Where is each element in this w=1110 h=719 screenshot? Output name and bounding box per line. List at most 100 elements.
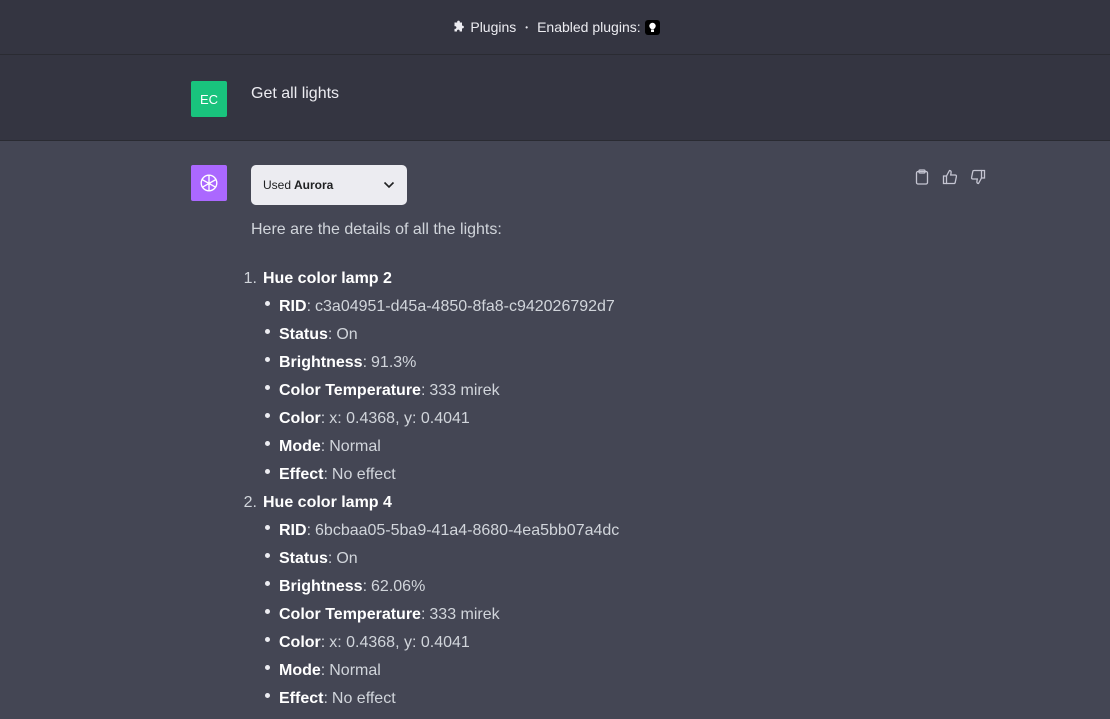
lamp-property: Mode: Normal [265,433,619,461]
thumbs-up-icon[interactable] [941,167,959,187]
lamp-heading: 1. Hue color lamp 2 [231,265,619,293]
lamp-properties: RID:6bcbaa05-5ba9-41a4-8680-4ea5bb07a4dc… [231,517,619,713]
lamp-properties: RID: c3a04951-d45a-4850-8fa8-c942026792d7… [231,293,619,489]
property-separator: : [420,382,426,399]
conversation-header: Plugins • Enabled plugins: [0,0,1110,55]
bullet-icon [265,664,270,670]
property-key: Status [279,326,328,343]
property-separator: : [362,578,368,595]
property-value: Normal [329,662,381,679]
bullet-icon [265,580,270,586]
lamp-property: RID: c3a04951-d45a-4850-8fa8-c942026792d7 [265,293,619,321]
lamp-property: Mode: Normal [265,657,619,685]
plugin-used-toggle[interactable]: Used Aurora [251,165,407,205]
aurora-plugin-icon[interactable] [644,19,660,35]
lamp-heading: 2. Hue color lamp 4 [231,489,619,517]
property-key: Color [279,634,321,651]
lamp-property: Brightness:62.06% [265,573,619,601]
lamp-number: 1. [243,270,257,287]
property-separator: : [327,550,333,567]
property-key: RID [279,298,307,315]
lamp-title: Hue color lamp 4 [263,494,392,511]
property-key: Mode [279,662,321,679]
property-separator: : [327,326,333,343]
chevron-down-icon [383,181,395,189]
bullet-icon [265,356,270,362]
bullet-icon [265,692,270,698]
property-key: Status [279,550,328,567]
openai-logo-icon [200,174,218,192]
assistant-message: Used Aurora Here are the details of all [0,141,1110,719]
bullet-icon [265,552,270,558]
lamp-item: 1. Hue color lamp 2 RID: c3a04951-d45a-4850… [231,265,619,489]
lamp-list: 1. Hue color lamp 2 RID: c3a04951-d45a-4850… [231,265,620,713]
property-key: Color Temperature [279,382,421,399]
property-key: RID [279,522,307,539]
property-value: On [336,326,358,343]
plugin-name: Aurora [294,178,334,192]
property-value: Normal [329,438,381,455]
user-message-text: Get all lights [251,85,340,102]
bullet-icon [265,412,270,418]
property-value: No effect [331,466,396,483]
lamp-property: Effect: No effect [265,461,619,489]
message-actions [913,167,987,187]
property-key: Brightness [279,354,363,371]
lamp-property: Status: On [265,545,619,573]
thumbs-down-icon[interactable] [969,167,987,187]
property-value: 62.06% [371,578,426,595]
lamp-item: 2. Hue color lamp 4 RID:6bcbaa05-5ba9-41a4… [231,489,620,713]
lamp-property: Color: x: 0.4368, y: 0.4041 [265,629,619,657]
lamp-property: Brightness:91.3% [265,349,619,377]
property-value: 333 mirek [429,606,500,623]
puzzle-icon [450,19,466,35]
property-key: Brightness [279,578,363,595]
property-key: Mode [279,438,321,455]
property-separator: : [323,466,328,483]
property-separator: : [320,634,326,651]
user-message: EC Get all lights [0,55,1110,141]
enabled-plugins-label: Enabled plugins: [537,19,641,35]
bullet-icon [265,468,270,474]
property-separator: : [320,410,326,427]
plugin-used-prefix: Used [263,178,292,192]
bullet-icon [265,328,270,334]
property-key: Effect [279,466,324,483]
property-value: x: 0.4368, y: 0.4041 [329,410,470,427]
lamp-property: Effect: No effect [265,685,619,713]
lamp-property: Color: x: 0.4368, y: 0.4041 [265,405,619,433]
property-separator: : [320,662,326,679]
property-value: 333 mirek [429,382,500,399]
property-value: No effect [331,690,396,707]
assistant-avatar [191,165,227,201]
property-separator: : [320,438,326,455]
property-key: Color Temperature [279,606,421,623]
property-key: Effect [279,690,324,707]
bullet-icon [265,608,270,614]
bullet-icon [265,636,270,642]
property-separator: : [306,522,312,539]
lamp-property: Color Temperature:333 mirek [265,377,619,405]
lamp-property: Status: On [265,321,619,349]
property-value: c3a04951-d45a-4850-8fa8-c942026792d7 [315,298,615,315]
plugins-label: Plugins [470,19,517,35]
property-value: On [336,550,358,567]
property-separator: : [306,298,312,315]
lamp-title: Hue color lamp 2 [263,270,392,287]
property-value: 91.3% [371,354,417,371]
lamp-property: RID:6bcbaa05-5ba9-41a4-8680-4ea5bb07a4dc [265,517,619,545]
user-avatar: EC [191,81,227,117]
bullet-icon [265,384,270,390]
property-separator: : [420,606,426,623]
property-key: Color [279,410,321,427]
bullet-icon [265,300,270,306]
lamp-property: Color Temperature:333 mirek [265,601,619,629]
clipboard-icon[interactable] [913,167,931,187]
bullet-icon [265,440,270,446]
lamp-number: 2. [243,494,257,511]
header-separator: • [525,22,529,32]
assistant-intro-text: Here are the details of all the lights: [251,221,502,238]
property-value: x: 0.4368, y: 0.4041 [329,634,470,651]
property-separator: : [362,354,368,371]
property-separator: : [323,690,328,707]
